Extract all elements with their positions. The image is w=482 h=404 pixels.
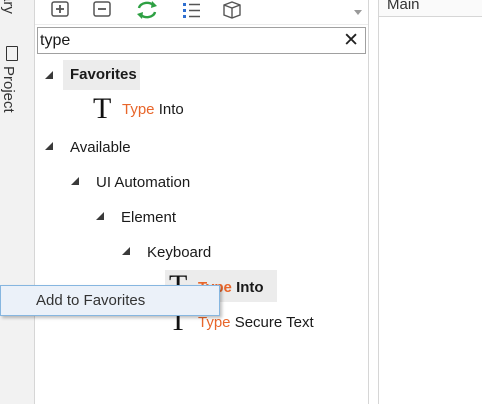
expand-all-icon[interactable] bbox=[49, 0, 71, 20]
expander-icon[interactable] bbox=[122, 247, 130, 255]
tree-node-keyboard[interactable]: Keyboard bbox=[122, 237, 352, 267]
project-tab[interactable]: Project bbox=[0, 66, 17, 113]
library-tab[interactable]: rary bbox=[0, 0, 17, 14]
tree-node-ui-automation[interactable]: UI Automation bbox=[71, 167, 351, 197]
tree-node-label: Type Into bbox=[122, 101, 184, 118]
search-input[interactable] bbox=[40, 31, 330, 51]
tree-node-label: Keyboard bbox=[147, 244, 212, 261]
tree-node-label: Element bbox=[121, 209, 177, 226]
toolbar-overflow-icon[interactable] bbox=[354, 10, 362, 15]
expander-icon[interactable] bbox=[71, 177, 79, 185]
tree-node-label: Favorites bbox=[70, 66, 137, 83]
search-box: ✕ bbox=[37, 27, 366, 54]
tree-node-label: UI Automation bbox=[96, 174, 191, 191]
designer-header: Main bbox=[379, 0, 482, 17]
add-to-favorites-menu-item[interactable]: Add to Favorites bbox=[36, 292, 145, 309]
tree-node-available[interactable]: Available bbox=[45, 132, 345, 162]
refresh-icon[interactable] bbox=[135, 0, 157, 20]
tree-node-favorites[interactable]: Favorites bbox=[45, 60, 345, 90]
expander-icon[interactable] bbox=[45, 71, 53, 79]
tree-node-fav-type-into[interactable]: T Type Into bbox=[93, 92, 343, 125]
designer-title[interactable]: Main bbox=[387, 0, 420, 13]
package-icon[interactable] bbox=[221, 0, 243, 20]
filter-list-icon[interactable] bbox=[180, 0, 202, 20]
expander-icon[interactable] bbox=[96, 212, 104, 220]
designer-panel: Main bbox=[378, 0, 482, 404]
tree-node-element[interactable]: Element bbox=[96, 202, 346, 232]
tree-node-label: Type Secure Text bbox=[198, 314, 314, 331]
activities-panel: ✕ Favorites T Type Into Available UI Aut… bbox=[35, 0, 369, 404]
tree-node-label: Available bbox=[70, 139, 131, 156]
left-rail: rary Project bbox=[0, 0, 35, 404]
file-icon bbox=[6, 46, 18, 61]
collapse-all-icon[interactable] bbox=[91, 0, 113, 20]
clear-search-icon[interactable]: ✕ bbox=[343, 31, 359, 50]
activity-text-icon: T bbox=[93, 92, 112, 125]
activities-toolbar bbox=[35, 0, 368, 25]
expander-icon[interactable] bbox=[45, 142, 53, 150]
context-menu: Add to Favorites bbox=[0, 285, 220, 316]
